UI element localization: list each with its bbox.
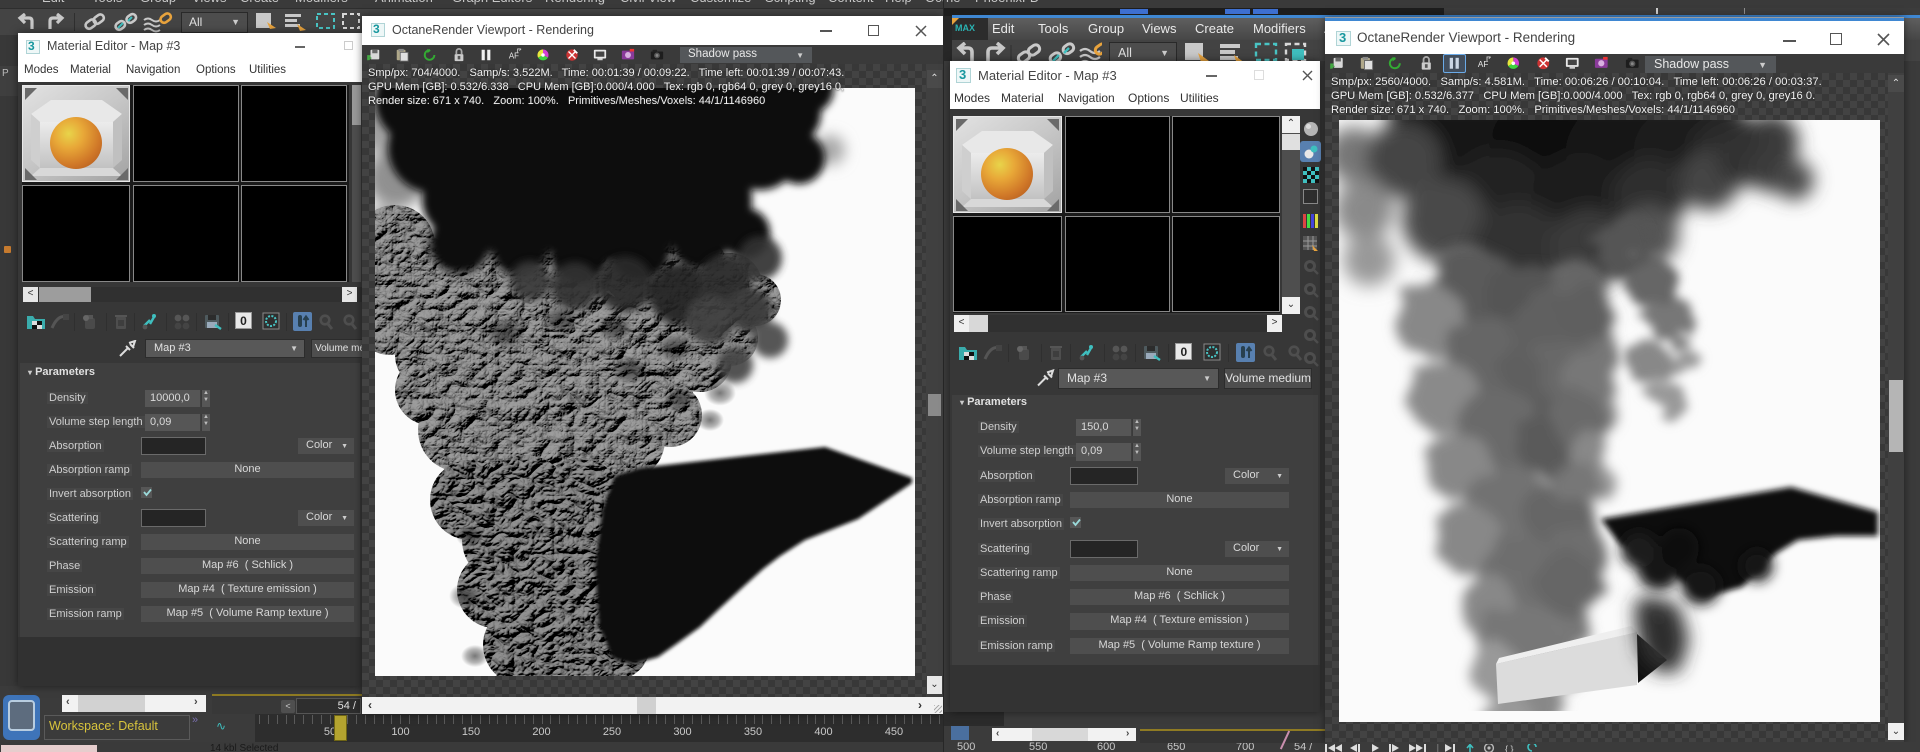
svg-text:{ }: { } — [1505, 744, 1514, 752]
